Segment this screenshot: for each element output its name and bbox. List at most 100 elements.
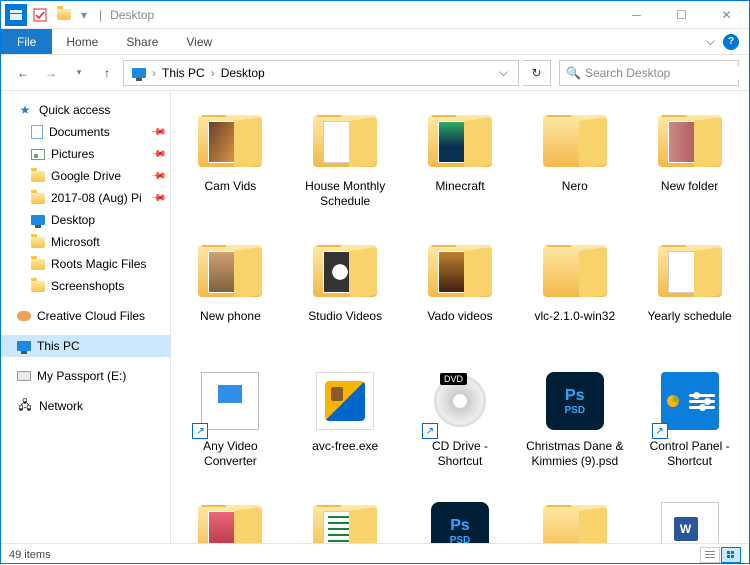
file-item[interactable] <box>634 491 745 543</box>
location-icon <box>132 68 146 78</box>
file-item[interactable]: PsPSD Christmas Dane & Kimmies (9).psd <box>519 361 630 485</box>
file-item[interactable]: ↗ Control Panel - Shortcut <box>634 361 745 485</box>
sidebar-quick-access[interactable]: ★ Quick access <box>1 99 170 121</box>
file-label: Vado videos <box>427 309 492 324</box>
sidebar-creative-cloud[interactable]: Creative Cloud Files <box>1 305 170 327</box>
file-thumbnail <box>539 235 611 307</box>
file-thumbnail <box>654 105 726 177</box>
file-thumbnail <box>539 105 611 177</box>
file-item[interactable]: PsPSD <box>405 491 516 543</box>
file-item[interactable]: ↗ Any Video Converter <box>175 361 286 485</box>
file-label: avc-free.exe <box>312 439 378 454</box>
doc-icon <box>31 125 43 139</box>
refresh-button[interactable]: ↻ <box>523 60 551 86</box>
folder-icon <box>31 259 45 270</box>
sidebar-network[interactable]: 🖧 Network <box>1 395 170 417</box>
file-thumbnail <box>309 495 381 543</box>
sidebar-item[interactable]: Desktop <box>1 209 170 231</box>
file-label: Minecraft <box>435 179 484 194</box>
qat-folder-icon[interactable] <box>53 4 75 26</box>
sidebar-item-label: Desktop <box>51 213 95 227</box>
search-input[interactable] <box>585 66 740 80</box>
shortcut-overlay-icon: ↗ <box>652 423 668 439</box>
up-button[interactable]: ↑ <box>95 61 119 85</box>
sidebar-label: This PC <box>37 339 80 353</box>
file-tab[interactable]: File <box>1 29 52 54</box>
search-box[interactable]: 🔍 <box>559 60 739 86</box>
tab-share[interactable]: Share <box>112 29 172 54</box>
file-item[interactable]: Studio Videos <box>290 231 401 355</box>
ribbon-expand-icon[interactable]: ⌵ <box>706 34 715 49</box>
file-item[interactable]: Yearly schedule <box>634 231 745 355</box>
help-icon[interactable]: ? <box>723 34 739 50</box>
file-item[interactable]: vlc-2.1.0-win32 <box>519 231 630 355</box>
sidebar-label: Creative Cloud Files <box>37 309 145 323</box>
file-list[interactable]: Cam Vids House Monthly Schedule Minecraf… <box>171 91 749 543</box>
pin-icon: 📌 <box>149 190 166 207</box>
sidebar-drive[interactable]: My Passport (E:) <box>1 365 170 387</box>
file-thumbnail: PsPSD <box>539 365 611 437</box>
sidebar-item[interactable]: Pictures 📌 <box>1 143 170 165</box>
file-thumbnail: ↗ <box>654 365 726 437</box>
pc-icon <box>17 341 31 351</box>
sidebar-item[interactable]: Roots Magic Files <box>1 253 170 275</box>
file-item[interactable]: House Monthly Schedule <box>290 101 401 225</box>
file-thumbnail <box>309 105 381 177</box>
explorer-icon[interactable] <box>5 4 27 26</box>
tab-view[interactable]: View <box>172 29 226 54</box>
icons-view-button[interactable] <box>721 547 741 563</box>
file-thumbnail <box>309 235 381 307</box>
tab-home[interactable]: Home <box>52 29 112 54</box>
back-button[interactable]: ← <box>11 61 35 85</box>
address-dropdown-icon[interactable]: ⌵ <box>493 65 514 80</box>
file-item[interactable]: Vado videos <box>405 231 516 355</box>
details-view-button[interactable] <box>700 547 720 563</box>
sidebar-this-pc[interactable]: This PC <box>1 335 170 357</box>
file-item[interactable]: avc-free.exe <box>290 361 401 485</box>
file-label: Any Video Converter <box>180 439 280 469</box>
file-item[interactable] <box>290 491 401 543</box>
file-thumbnail <box>654 235 726 307</box>
address-bar[interactable]: › This PC › Desktop ⌵ <box>123 60 519 86</box>
sidebar-item-label: Screenshopts <box>51 279 124 293</box>
file-item[interactable]: New phone <box>175 231 286 355</box>
qat-dropdown-icon[interactable]: ▾ <box>77 4 91 26</box>
file-item[interactable]: ↗ CD Drive - Shortcut <box>405 361 516 485</box>
sidebar-item[interactable]: Microsoft <box>1 231 170 253</box>
drive-icon <box>17 371 31 381</box>
file-item[interactable] <box>519 491 630 543</box>
pin-icon: 📌 <box>149 168 166 185</box>
cloud-icon <box>17 311 31 321</box>
sidebar-item[interactable]: 2017-08 (Aug) Pi 📌 <box>1 187 170 209</box>
file-item[interactable]: Cam Vids <box>175 101 286 225</box>
minimize-button[interactable]: ─ <box>614 1 659 29</box>
file-item[interactable]: Minecraft <box>405 101 516 225</box>
shortcut-overlay-icon: ↗ <box>192 423 208 439</box>
ribbon: File Home Share View ⌵ ? <box>1 29 749 55</box>
sidebar-item[interactable]: Documents 📌 <box>1 121 170 143</box>
folder-icon <box>31 237 45 248</box>
chevron-right-icon[interactable]: › <box>209 66 217 80</box>
recent-dropdown-icon[interactable]: ▾ <box>67 61 91 85</box>
file-label: Yearly schedule <box>647 309 731 324</box>
file-thumbnail <box>654 495 726 543</box>
sidebar-item[interactable]: Screenshopts <box>1 275 170 297</box>
sidebar-label: My Passport (E:) <box>37 369 126 383</box>
file-item[interactable]: Nero <box>519 101 630 225</box>
file-item[interactable] <box>175 491 286 543</box>
file-thumbnail <box>309 365 381 437</box>
file-item[interactable]: New folder <box>634 101 745 225</box>
chevron-right-icon[interactable]: › <box>150 66 158 80</box>
maximize-button[interactable]: ☐ <box>659 1 704 29</box>
sidebar-item-label: Google Drive <box>51 169 121 183</box>
sidebar-item[interactable]: Google Drive 📌 <box>1 165 170 187</box>
properties-qat-icon[interactable] <box>29 4 51 26</box>
breadcrumb-root[interactable]: This PC <box>158 66 209 80</box>
close-button[interactable]: ✕ <box>704 1 749 29</box>
status-bar: 49 items <box>1 543 749 565</box>
item-count: 49 items <box>9 549 51 561</box>
file-label: Cam Vids <box>205 179 257 194</box>
forward-button[interactable]: → <box>39 61 63 85</box>
breadcrumb-current[interactable]: Desktop <box>217 66 269 80</box>
pic-icon <box>31 149 45 160</box>
